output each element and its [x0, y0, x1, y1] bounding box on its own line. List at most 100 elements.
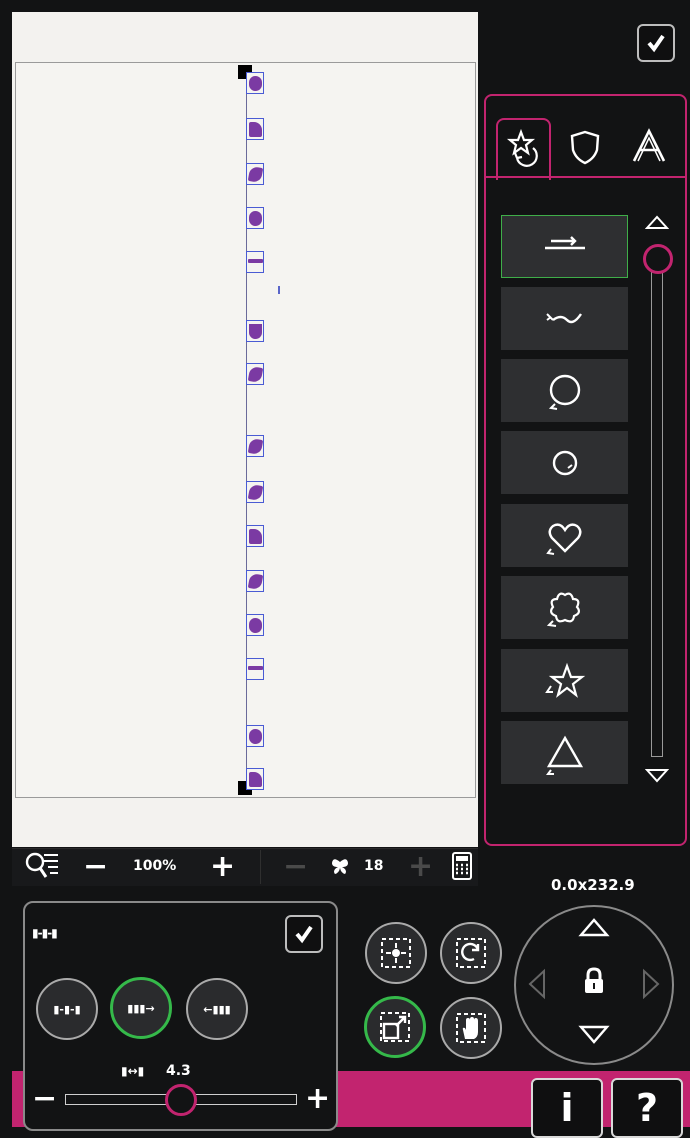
spacing-option-left[interactable]: ←▮▮▮ — [186, 978, 248, 1040]
letter-fill — [249, 122, 262, 137]
spacing-option-even[interactable]: ▮-▮-▮ — [36, 978, 98, 1040]
spacing-confirm-button[interactable] — [285, 915, 323, 953]
stitch-pattern-button[interactable] — [501, 721, 628, 784]
letter-fill — [249, 76, 262, 91]
shield-icon — [570, 130, 600, 165]
triangle-down-icon — [644, 769, 670, 783]
letter-glyph — [246, 363, 264, 385]
circle-small-icon — [552, 450, 577, 475]
letter-fill — [247, 437, 263, 456]
letter-glyph — [246, 435, 264, 457]
tab-divider — [486, 176, 685, 178]
letter-glyph — [246, 481, 264, 503]
letter-fill — [247, 365, 263, 384]
zoom-list-icon — [25, 852, 58, 878]
letter-fill — [249, 729, 262, 744]
butterfly-icon — [330, 857, 350, 879]
center-icon — [381, 938, 411, 968]
letter-glyph — [246, 658, 264, 680]
check-icon — [295, 925, 313, 944]
zoom-options-button[interactable] — [24, 851, 62, 887]
triangle-right-icon — [643, 968, 660, 1000]
straight-arrow-icon — [544, 235, 585, 249]
letter-dot — [278, 286, 280, 294]
scale-icon — [380, 1012, 410, 1042]
stitch-pattern-button[interactable] — [501, 287, 628, 350]
letter-glyph — [246, 725, 264, 747]
letter-fill — [247, 483, 263, 502]
letter-fill — [248, 666, 263, 670]
scroll-down-button[interactable] — [644, 768, 670, 788]
scale-button[interactable] — [364, 996, 426, 1058]
letter-glyph — [246, 207, 264, 229]
stitch-pattern-button[interactable] — [501, 576, 628, 639]
stitch-pattern-button[interactable] — [501, 215, 628, 278]
scroll-thumb[interactable] — [643, 244, 673, 274]
zoom-out-button[interactable]: − — [83, 852, 108, 882]
letter-fill — [248, 259, 263, 263]
letter-fill — [249, 324, 262, 339]
triangle-icon — [545, 735, 583, 775]
letter-fill — [247, 572, 263, 591]
letter-glyph — [246, 614, 264, 636]
spacing-title-icon: ▮-▮-▮ — [32, 926, 58, 940]
spacing-slider-thumb[interactable] — [165, 1084, 197, 1116]
position-readout: 0.0x232.9 — [551, 876, 635, 894]
hand-icon — [456, 1013, 486, 1043]
star-refresh-icon — [505, 126, 543, 172]
letter-glyph — [246, 72, 264, 94]
check-icon — [647, 34, 665, 53]
tab-shapes[interactable] — [568, 128, 602, 170]
scrollbar[interactable] — [651, 262, 663, 757]
zoom-level: 100% — [133, 858, 177, 874]
lock-button[interactable] — [583, 967, 605, 999]
calculator-icon — [452, 852, 472, 880]
triangle-down-icon — [578, 1025, 610, 1044]
move-to-center-button[interactable] — [365, 922, 427, 984]
calculator-button[interactable] — [451, 851, 473, 885]
letter-glyph — [246, 320, 264, 342]
tab-fonts[interactable] — [629, 126, 669, 170]
help-button[interactable]: ? — [611, 1078, 683, 1138]
move-up-button[interactable] — [578, 916, 610, 942]
flower-icon — [546, 592, 580, 627]
letter-fill — [249, 618, 262, 633]
increase-button[interactable]: + — [408, 852, 433, 882]
spacing-value-icon: ▮↔▮ — [121, 1064, 145, 1078]
stitch-pattern-button[interactable] — [501, 431, 628, 494]
stitch-count: 18 — [364, 858, 384, 874]
letter-fill — [247, 165, 263, 184]
zoom-in-button[interactable]: + — [210, 852, 235, 882]
wave-arrow-icon — [545, 312, 582, 323]
letter-glyph — [246, 251, 264, 273]
triangle-up-icon — [578, 918, 610, 937]
toolbar-divider — [260, 850, 261, 884]
letter-glyph — [246, 768, 264, 790]
letter-fill — [249, 529, 262, 544]
letter-fill — [249, 772, 262, 787]
circle-large-icon — [548, 374, 580, 410]
pan-button[interactable] — [440, 997, 502, 1059]
letter-glyph — [246, 163, 264, 185]
move-right-button[interactable] — [641, 968, 661, 1004]
stitch-pattern-button[interactable] — [501, 649, 628, 712]
triangle-left-icon — [528, 968, 545, 1000]
letter-glyph — [246, 525, 264, 547]
stitch-pattern-button[interactable] — [501, 359, 628, 422]
rotate-button[interactable] — [440, 922, 502, 984]
info-button[interactable]: i — [531, 1078, 603, 1138]
move-down-button[interactable] — [578, 1024, 610, 1050]
spacing-value: 4.3 — [166, 1063, 191, 1079]
stitch-pattern-button[interactable] — [501, 504, 628, 567]
confirm-button[interactable] — [637, 24, 675, 62]
triangle-up-icon — [644, 215, 670, 229]
heart-icon — [545, 522, 581, 555]
spacing-increase-button[interactable]: + — [305, 1084, 330, 1114]
spacing-decrease-button[interactable]: − — [32, 1084, 57, 1114]
decrease-button[interactable]: − — [283, 852, 308, 882]
move-left-button[interactable] — [527, 968, 547, 1004]
letter-glyph — [246, 118, 264, 140]
scroll-up-button[interactable] — [644, 214, 670, 234]
spacing-option-right[interactable]: ▮▮▮→ — [110, 977, 172, 1039]
letter-a-icon — [632, 128, 666, 162]
